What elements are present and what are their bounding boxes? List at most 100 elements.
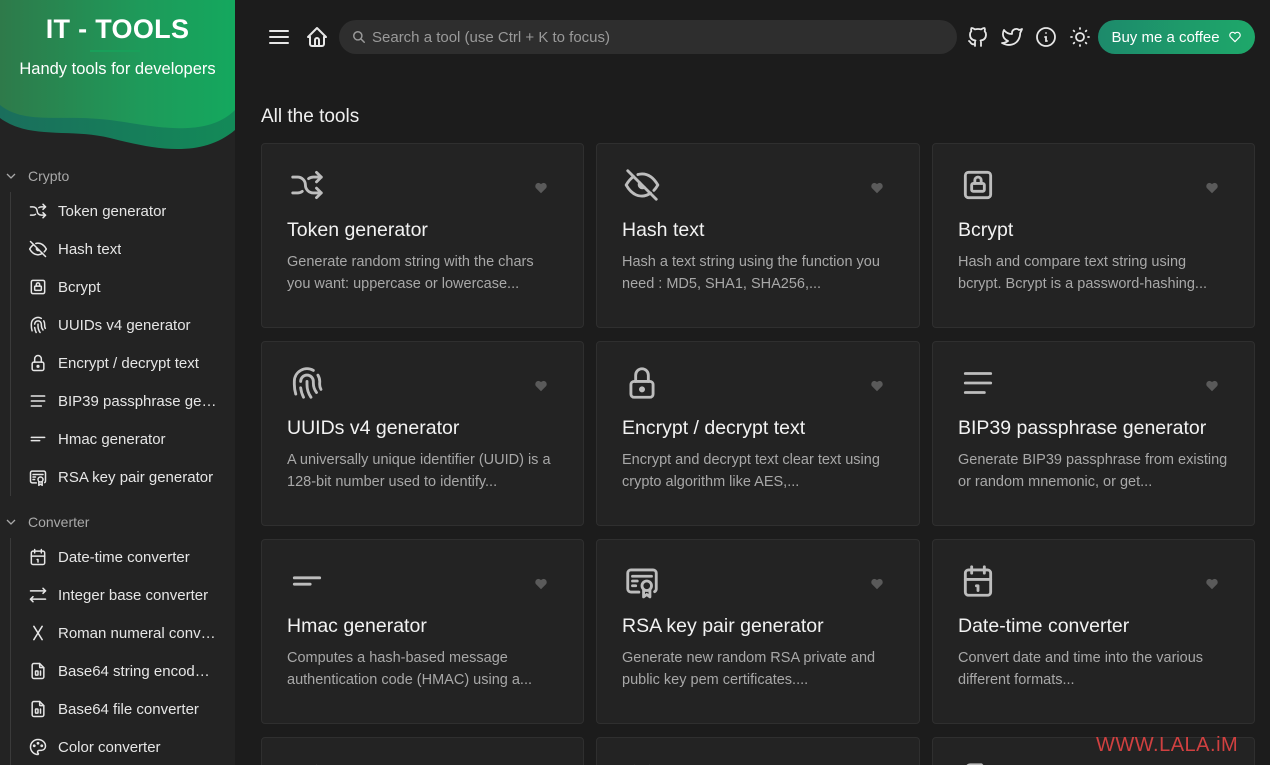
menu-group-label: Crypto: [28, 168, 70, 184]
tool-card-title: RSA key pair generator: [622, 615, 824, 637]
menu-group-crypto[interactable]: Crypto: [0, 160, 235, 192]
tool-card-description: Generate new random RSA private and publ…: [622, 650, 876, 688]
favorite-heart-icon[interactable]: [1205, 577, 1219, 591]
menu-group-label: Converter: [28, 514, 90, 530]
sidebar-item-roman-numeral[interactable]: Roman numeral converter: [11, 614, 235, 652]
tool-card-rsa[interactable]: RSA key pair generator Generate new rand…: [596, 539, 920, 724]
chevron-down-icon: [6, 519, 16, 525]
tool-card-title: Token generator: [287, 219, 428, 241]
tool-card-description: Generate random string with the chars yo…: [287, 254, 534, 292]
sidebar-item-rsa[interactable]: RSA key pair generator: [11, 458, 235, 496]
sidebar-hero[interactable]: IT - TOOLS Handy tools for developers: [0, 0, 235, 152]
sidebar-item-label: Integer base converter: [58, 586, 209, 604]
tool-card-title: Bcrypt: [958, 219, 1014, 241]
tool-card-description: Encrypt and decrypt text clear text usin…: [622, 452, 880, 490]
sidebar-item-label: Hmac generator: [58, 430, 166, 448]
favorite-heart-icon[interactable]: [870, 577, 884, 591]
tool-card-title: Encrypt / decrypt text: [622, 417, 806, 439]
sidebar: IT - TOOLS Handy tools for developers Cr…: [0, 0, 235, 765]
tool-card-title: Hmac generator: [287, 615, 427, 637]
favorite-heart-icon[interactable]: [1205, 379, 1219, 393]
fingerprint-icon: [288, 364, 326, 402]
home-icon[interactable]: [305, 25, 329, 49]
twitter-icon[interactable]: [1000, 25, 1024, 49]
tool-card-uuid-generator[interactable]: UUIDs v4 generator A universally unique …: [261, 341, 584, 526]
tool-card-encrypt-decrypt[interactable]: Encrypt / decrypt text Encrypt and decry…: [596, 341, 920, 526]
tool-card-description: Computes a hash-based message authentica…: [287, 650, 533, 688]
favorite-heart-icon[interactable]: [534, 379, 548, 393]
eye-off-icon: [623, 166, 661, 204]
tool-card-date-time[interactable]: Date-time converter Convert date and tim…: [932, 539, 1255, 724]
sidebar-menu: Crypto Token generator Hash text Bcrypt …: [0, 160, 235, 765]
sidebar-item-label: Hash text: [58, 240, 122, 258]
tool-card-bip39[interactable]: BIP39 passphrase generator Generate BIP3…: [932, 341, 1255, 526]
menu-group-converter[interactable]: Converter: [0, 506, 235, 538]
tool-card-hmac[interactable]: Hmac generator Computes a hash-based mes…: [261, 539, 584, 724]
sidebar-item-date-time[interactable]: Date-time converter: [11, 538, 235, 576]
sidebar-item-hmac[interactable]: Hmac generator: [11, 420, 235, 458]
sidebar-item-label: Color converter: [58, 738, 161, 756]
sidebar-item-label: Encrypt / decrypt text: [58, 354, 199, 372]
sidebar-item-label: Roman numeral converter: [58, 624, 218, 642]
tool-card-description: Generate BIP39 passphrase from existing …: [958, 452, 1228, 490]
sidebar-item-label: Token generator: [58, 202, 167, 220]
sidebar-item-encrypt-decrypt[interactable]: Encrypt / decrypt text: [11, 344, 235, 382]
github-icon[interactable]: [966, 25, 990, 49]
short-text-icon: [288, 562, 326, 600]
page-title: All the tools: [261, 106, 360, 127]
calendar-icon: [28, 547, 48, 567]
eye-off-icon: [28, 239, 48, 259]
tool-card-partial[interactable]: [261, 737, 584, 765]
fingerprint-icon: [28, 315, 48, 335]
tools-grid: Token generator Generate random string w…: [261, 143, 1255, 765]
search-input[interactable]: Search a tool (use Ctrl + K to focus): [339, 20, 957, 54]
calendar-icon: [959, 562, 997, 600]
tool-card-token-generator[interactable]: Token generator Generate random string w…: [261, 143, 584, 328]
sidebar-item-label: Bcrypt: [58, 278, 101, 296]
tool-card-description: A universally unique identifier (UUID) i…: [287, 452, 551, 490]
file-digit-icon: [28, 699, 48, 719]
menu-group-items: Date-time converter Integer base convert…: [10, 538, 235, 765]
lock-icon: [623, 364, 661, 402]
favorite-heart-icon[interactable]: [534, 577, 548, 591]
sidebar-item-bcrypt[interactable]: Bcrypt: [11, 268, 235, 306]
text-lines-icon: [959, 364, 997, 402]
sidebar-item-label: RSA key pair generator: [58, 468, 214, 486]
tool-card-title: BIP39 passphrase generator: [958, 417, 1207, 439]
sidebar-item-base64-string[interactable]: Base64 string encoder/decoder: [11, 652, 235, 690]
sidebar-item-label: UUIDs v4 generator: [58, 316, 191, 334]
tool-card-partial[interactable]: [596, 737, 920, 765]
shuffle-icon: [28, 201, 48, 221]
heart-icon: [1228, 30, 1242, 44]
sidebar-item-label: BIP39 passphrase generator: [58, 392, 218, 410]
sidebar-item-uuid-generator[interactable]: UUIDs v4 generator: [11, 306, 235, 344]
buy-me-a-coffee-button[interactable]: Buy me a coffee: [1098, 20, 1255, 54]
sidebar-item-label: Base64 string encoder/decoder: [58, 662, 218, 680]
short-text-icon: [28, 429, 48, 449]
sidebar-item-token-generator[interactable]: Token generator: [11, 192, 235, 230]
favorite-heart-icon[interactable]: [1205, 181, 1219, 195]
sidebar-item-label: Base64 file converter: [58, 700, 199, 718]
tool-card-description: Convert date and time into the various d…: [958, 650, 1204, 688]
palette-icon: [28, 737, 48, 757]
tool-card-bcrypt[interactable]: Bcrypt Hash and compare text string usin…: [932, 143, 1255, 328]
menu-icon[interactable]: [267, 25, 291, 49]
file-digit-icon: [28, 661, 48, 681]
sidebar-item-integer-base[interactable]: Integer base converter: [11, 576, 235, 614]
app-logo[interactable]: IT - TOOLS: [0, 14, 235, 45]
watermark-text: WWW.LALA.iM: [1096, 734, 1239, 756]
favorite-heart-icon[interactable]: [534, 181, 548, 195]
sidebar-item-hash-text[interactable]: Hash text: [11, 230, 235, 268]
sidebar-item-color-converter[interactable]: Color converter: [11, 728, 235, 765]
info-icon[interactable]: [1034, 25, 1058, 49]
sidebar-item-bip39[interactable]: BIP39 passphrase generator: [11, 382, 235, 420]
arrows-left-right-icon: [28, 585, 48, 605]
tool-card-hash-text[interactable]: Hash text Hash a text string using the f…: [596, 143, 920, 328]
tool-card-title: Hash text: [622, 219, 705, 241]
sidebar-item-base64-file[interactable]: Base64 file converter: [11, 690, 235, 728]
sun-icon[interactable]: [1068, 25, 1092, 49]
favorite-heart-icon[interactable]: [870, 379, 884, 393]
favorite-heart-icon[interactable]: [870, 181, 884, 195]
chevron-down-icon: [6, 173, 16, 179]
certificate-icon: [28, 467, 48, 487]
